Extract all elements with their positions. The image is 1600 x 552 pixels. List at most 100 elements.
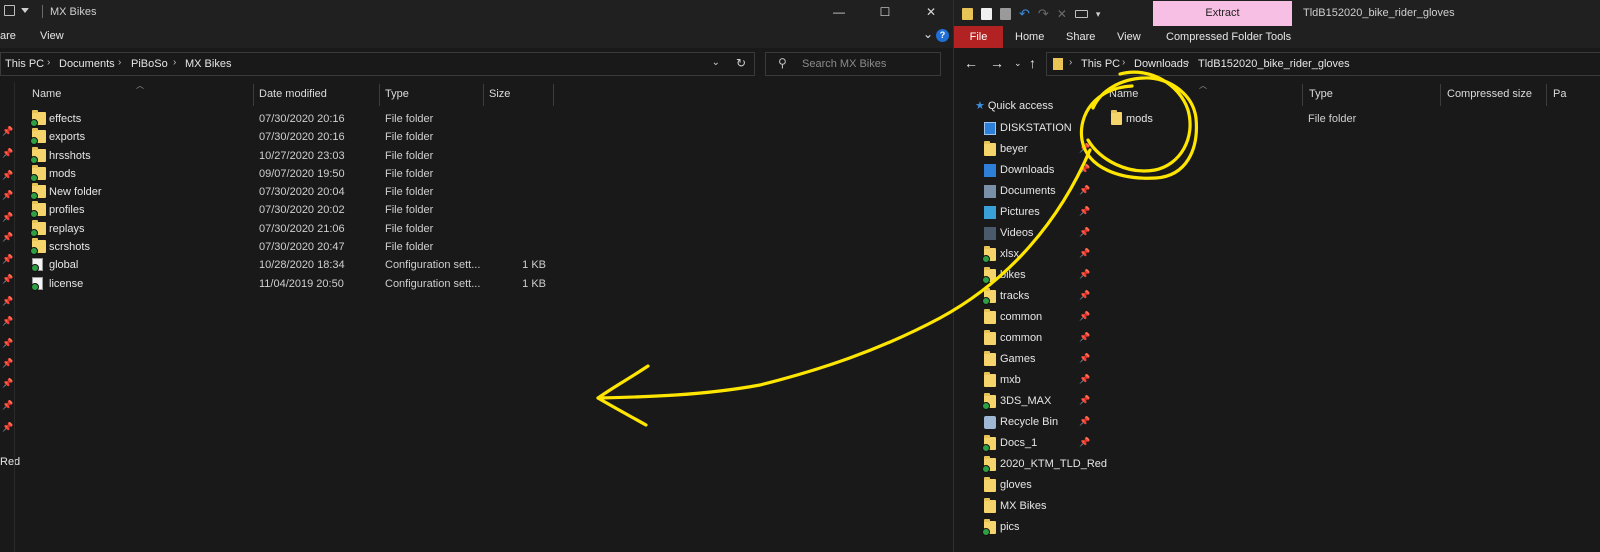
sidebar-item[interactable]: Recycle Bin 📌 xyxy=(954,412,1091,433)
file-row[interactable]: New folder 07/30/2020 20:04 File folder xyxy=(28,183,588,201)
maximize-button[interactable]: ☐ xyxy=(862,0,908,24)
sidebar-item[interactable]: Pictures 📌 xyxy=(954,202,1091,223)
breadcrumb-separator-icon[interactable]: › xyxy=(47,57,50,68)
column-header-name[interactable]: Name xyxy=(1109,88,1138,100)
breadcrumb-this-pc[interactable]: This PC xyxy=(1081,58,1120,70)
breadcrumb-zip-folder[interactable]: TldB152020_bike_rider_gloves xyxy=(1198,58,1350,70)
pin-icon[interactable]: 📌 xyxy=(2,422,13,433)
sidebar-item[interactable]: 3DS_MAX 📌 xyxy=(954,391,1091,412)
sidebar-item[interactable]: 2020_KTM_TLD_Red xyxy=(954,454,1107,475)
title-bar[interactable]: ↶ ↷ ✕ ▾ Extract TldB152020_bike_rider_gl… xyxy=(954,0,1600,26)
recent-locations-chevron-icon[interactable]: ⌄ xyxy=(1014,58,1022,69)
file-row[interactable]: global 10/28/2020 18:34 Configuration se… xyxy=(28,256,588,274)
tab-view[interactable]: View xyxy=(40,30,64,42)
title-bar[interactable]: MX Bikes — ☐ ✕ xyxy=(0,0,953,24)
customize-toolbar-chevron-icon[interactable] xyxy=(21,8,29,13)
pin-icon[interactable]: 📌 xyxy=(2,400,13,411)
pin-icon[interactable]: 📌 xyxy=(2,148,13,159)
file-row[interactable]: replays 07/30/2020 21:06 File folder xyxy=(28,219,588,238)
breadcrumb-separator-icon[interactable]: › xyxy=(1186,57,1189,68)
tab-share[interactable]: Share xyxy=(1066,31,1095,43)
pin-icon[interactable]: 📌 xyxy=(2,190,13,201)
column-header-compressed-size[interactable]: Compressed size xyxy=(1447,88,1532,100)
sidebar-item[interactable]: Downloads 📌 xyxy=(954,160,1091,181)
column-header-type[interactable]: Type xyxy=(1309,88,1333,100)
column-divider[interactable] xyxy=(1302,84,1303,106)
properties-icon[interactable] xyxy=(4,5,15,16)
sidebar-item[interactable]: Games 📌 xyxy=(954,349,1091,370)
tab-compressed-folder-tools[interactable]: Compressed Folder Tools xyxy=(1166,31,1291,43)
help-icon[interactable]: ? xyxy=(936,29,949,42)
pin-icon[interactable]: 📌 xyxy=(2,378,13,389)
file-row[interactable]: profiles 07/30/2020 20:02 File folder xyxy=(28,201,588,219)
pane-divider[interactable] xyxy=(14,82,15,552)
sidebar-item[interactable]: xlsx 📌 xyxy=(954,244,1091,265)
file-row[interactable]: license 11/04/2019 20:50 Configuration s… xyxy=(28,275,588,293)
sidebar-item[interactable]: Videos 📌 xyxy=(954,223,1091,244)
column-header-name[interactable]: Name xyxy=(32,88,61,100)
sidebar-item[interactable]: Documents 📌 xyxy=(954,181,1091,202)
column-divider[interactable] xyxy=(1440,84,1441,106)
pin-icon[interactable]: 📌 xyxy=(2,212,13,223)
pin-icon[interactable]: 📌 xyxy=(2,232,13,243)
file-row[interactable]: scrshots 07/30/2020 20:47 File folder xyxy=(28,238,588,256)
customize-toolbar-chevron-icon[interactable]: ▾ xyxy=(1096,9,1101,20)
sidebar-item[interactable]: common 📌 xyxy=(954,307,1091,328)
column-header-packed-partial[interactable]: Pa xyxy=(1553,88,1566,100)
sidebar-item[interactable]: DISKSTATION xyxy=(954,118,1091,139)
column-divider[interactable] xyxy=(553,84,554,106)
redo-icon[interactable]: ↷ xyxy=(1038,6,1049,22)
pin-icon[interactable]: 📌 xyxy=(2,254,13,265)
sidebar-item[interactable]: MX Bikes xyxy=(954,496,1091,517)
breadcrumb-mx-bikes[interactable]: MX Bikes xyxy=(185,58,231,70)
tab-share[interactable]: are xyxy=(0,30,16,42)
new-folder-icon[interactable] xyxy=(1000,8,1011,20)
file-row[interactable]: effects 07/30/2020 20:16 File folder xyxy=(28,110,588,128)
file-row[interactable]: hrsshots 10/27/2020 23:03 File folder xyxy=(28,146,588,165)
refresh-icon[interactable]: ↻ xyxy=(736,56,746,70)
file-row[interactable]: exports 07/30/2020 20:16 File folder xyxy=(28,128,588,146)
address-bar[interactable]: › This PC › Downloads › TldB152020_bike_… xyxy=(1046,52,1600,76)
breadcrumb-separator-icon[interactable]: › xyxy=(173,57,176,68)
column-divider[interactable] xyxy=(483,84,484,106)
pin-icon[interactable]: 📌 xyxy=(2,274,13,285)
tab-view[interactable]: View xyxy=(1117,31,1141,43)
sidebar-item[interactable]: Docs_1 📌 xyxy=(954,433,1091,454)
breadcrumb-separator-icon[interactable]: › xyxy=(118,57,121,68)
breadcrumb-documents[interactable]: Documents xyxy=(59,58,115,70)
address-bar[interactable]: This PC › Documents › PiBoSo › MX Bikes … xyxy=(0,52,755,76)
close-button[interactable]: ✕ xyxy=(908,0,953,24)
tab-file[interactable]: File xyxy=(954,26,1003,48)
pin-icon[interactable]: 📌 xyxy=(2,296,13,307)
sidebar-item[interactable]: pics xyxy=(954,517,1091,538)
properties-icon[interactable] xyxy=(981,8,992,20)
breadcrumb-this-pc[interactable]: This PC xyxy=(5,58,44,70)
expand-ribbon-chevron-icon[interactable]: ⌄ xyxy=(923,27,933,41)
rename-icon[interactable] xyxy=(1074,10,1088,18)
column-divider[interactable] xyxy=(379,84,380,106)
sidebar-item[interactable]: common 📌 xyxy=(954,328,1091,349)
sidebar-item[interactable]: bikes 📌 xyxy=(954,265,1091,286)
file-row[interactable]: mods File folder xyxy=(1107,110,1507,128)
minimize-button[interactable]: — xyxy=(816,0,862,24)
column-divider[interactable] xyxy=(253,84,254,106)
breadcrumb-downloads[interactable]: Downloads xyxy=(1134,58,1188,70)
sidebar-item[interactable]: gloves xyxy=(954,475,1091,496)
breadcrumb-separator-icon[interactable]: › xyxy=(1069,57,1072,68)
pin-icon[interactable]: 📌 xyxy=(2,126,13,137)
delete-icon[interactable]: ✕ xyxy=(1057,7,1067,21)
up-arrow-icon[interactable]: ↑ xyxy=(1029,55,1036,71)
back-arrow-icon[interactable]: ← xyxy=(964,55,978,71)
column-header-date-modified[interactable]: Date modified xyxy=(259,88,327,100)
sidebar-item[interactable]: tracks 📌 xyxy=(954,286,1091,307)
quick-access-header[interactable]: ★ Quick access xyxy=(975,99,1053,112)
file-row[interactable]: mods 09/07/2020 19:50 File folder xyxy=(28,164,588,183)
breadcrumb-separator-icon[interactable]: › xyxy=(1122,57,1125,68)
pin-icon[interactable]: 📌 xyxy=(2,170,13,181)
search-box[interactable]: ⚲ Search MX Bikes xyxy=(765,52,941,76)
pin-icon[interactable]: 📌 xyxy=(2,316,13,327)
nav-item-label-partial[interactable]: Red xyxy=(0,456,20,468)
pin-icon[interactable]: 📌 xyxy=(2,338,13,349)
sidebar-item[interactable]: beyer 📌 xyxy=(954,139,1091,160)
extract-context-tab[interactable]: Extract xyxy=(1153,1,1292,26)
